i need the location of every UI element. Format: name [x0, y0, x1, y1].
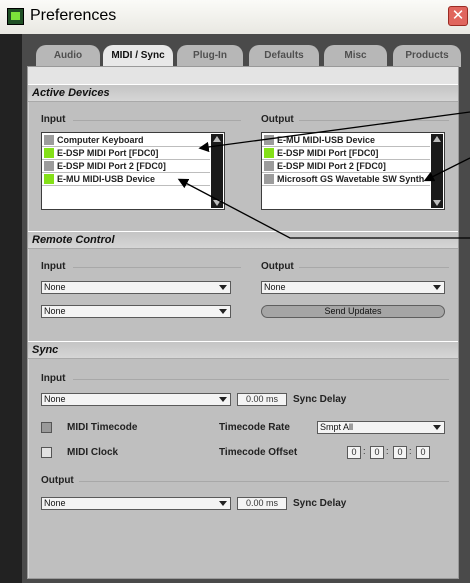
remote-input-1-value: None	[44, 282, 66, 292]
input-device-list[interactable]: Computer Keyboard E-DSP MIDI Port [FDC0]…	[41, 132, 225, 210]
timecode-rate-value: Smpt All	[320, 422, 354, 432]
preferences-window: Preferences ✕ Audio MIDI / Sync Plug-In …	[0, 0, 470, 583]
scroll-up-icon[interactable]	[213, 136, 221, 142]
app-icon	[7, 8, 24, 25]
sync-input-label: Input	[41, 373, 66, 384]
tab-defaults[interactable]: Defaults	[249, 45, 319, 67]
device-active-toggle[interactable]	[264, 148, 274, 158]
device-active-toggle[interactable]	[264, 135, 274, 145]
device-name: Computer Keyboard	[57, 135, 144, 145]
divider	[73, 267, 241, 268]
divider	[299, 120, 449, 121]
left-frame	[0, 34, 22, 583]
midi-sync-panel: Active Devices Input Output Computer Key…	[27, 66, 459, 579]
output-device-list[interactable]: E-MU MIDI-USB Device E-DSP MIDI Port [FD…	[261, 132, 445, 210]
active-input-label: Input	[41, 114, 66, 125]
colon-separator: :	[409, 446, 412, 456]
divider	[73, 379, 449, 380]
input-list-scrollbar[interactable]	[211, 134, 223, 208]
device-name: E-MU MIDI-USB Device	[57, 174, 156, 184]
tab-midi-sync[interactable]: MIDI / Sync	[103, 45, 173, 67]
device-name: E-DSP MIDI Port [FDC0]	[277, 148, 379, 158]
sync-delay-label: Sync Delay	[293, 394, 347, 405]
colon-separator: :	[363, 446, 366, 456]
chevron-down-icon	[219, 309, 227, 314]
sync-output-select[interactable]: None	[41, 497, 231, 510]
list-item[interactable]: E-MU MIDI-USB Device	[42, 173, 210, 186]
offset-frames-field[interactable]: 0	[416, 446, 430, 459]
scroll-down-icon[interactable]	[213, 200, 221, 206]
list-item[interactable]: Computer Keyboard	[42, 134, 210, 147]
device-active-toggle[interactable]	[44, 148, 54, 158]
scroll-down-icon[interactable]	[433, 200, 441, 206]
device-active-toggle[interactable]	[264, 161, 274, 171]
list-item[interactable]: E-DSP MIDI Port 2 [FDC0]	[42, 160, 210, 173]
output-list-scrollbar[interactable]	[431, 134, 443, 208]
timecode-offset-label: Timecode Offset	[219, 447, 298, 458]
chevron-down-icon	[433, 425, 441, 430]
device-name: E-DSP MIDI Port 2 [FDC0]	[57, 161, 166, 171]
chevron-down-icon	[433, 285, 441, 290]
title-bar[interactable]: Preferences ✕	[0, 0, 470, 35]
device-name: E-DSP MIDI Port [FDC0]	[57, 148, 159, 158]
tab-plug-in[interactable]: Plug-In	[177, 45, 243, 67]
chevron-down-icon	[219, 397, 227, 402]
divider	[299, 267, 449, 268]
remote-input-1-select[interactable]: None	[41, 281, 231, 294]
device-active-toggle[interactable]	[44, 135, 54, 145]
remote-input-2-select[interactable]: None	[41, 305, 231, 318]
chevron-down-icon	[219, 285, 227, 290]
active-devices-header: Active Devices	[28, 84, 458, 102]
midi-timecode-label: MIDI Timecode	[67, 422, 138, 433]
sync-section: Input None 0.00 ms Sync Delay MIDI Timec…	[28, 359, 458, 578]
tab-misc[interactable]: Misc	[324, 45, 387, 67]
midi-clock-label: MIDI Clock	[67, 447, 119, 458]
tab-products[interactable]: Products	[393, 45, 461, 67]
device-name: E-MU MIDI-USB Device	[277, 135, 376, 145]
sync-output-label: Output	[41, 475, 74, 486]
offset-seconds-field[interactable]: 0	[393, 446, 407, 459]
list-item[interactable]: E-DSP MIDI Port 2 [FDC0]	[262, 160, 430, 173]
scroll-up-icon[interactable]	[433, 136, 441, 142]
remote-input-2-value: None	[44, 306, 66, 316]
chevron-down-icon	[219, 501, 227, 506]
sync-output-delay-label: Sync Delay	[293, 498, 347, 509]
active-devices-section: Input Output Computer Keyboard E-DSP MID…	[28, 102, 458, 232]
offset-minutes-field[interactable]: 0	[370, 446, 384, 459]
remote-output-value: None	[264, 282, 286, 292]
midi-clock-checkbox[interactable]	[41, 447, 52, 458]
device-name: E-DSP MIDI Port 2 [FDC0]	[277, 161, 386, 171]
remote-control-header: Remote Control	[28, 231, 458, 249]
list-item[interactable]: E-DSP MIDI Port [FDC0]	[42, 147, 210, 160]
timecode-rate-label: Timecode Rate	[219, 422, 290, 433]
offset-hours-field[interactable]: 0	[347, 446, 361, 459]
close-icon[interactable]: ✕	[448, 6, 468, 26]
sync-input-select[interactable]: None	[41, 393, 231, 406]
sync-header: Sync	[28, 341, 458, 359]
active-output-label: Output	[261, 114, 294, 125]
device-active-toggle[interactable]	[44, 174, 54, 184]
list-item[interactable]: E-MU MIDI-USB Device	[262, 134, 430, 147]
divider	[79, 481, 449, 482]
remote-output-select[interactable]: None	[261, 281, 445, 294]
device-active-toggle[interactable]	[264, 174, 274, 184]
sync-input-value: None	[44, 394, 66, 404]
sync-input-delay-field[interactable]: 0.00 ms	[237, 393, 287, 406]
remote-output-label: Output	[261, 261, 294, 272]
divider	[73, 120, 241, 121]
sync-output-value: None	[44, 498, 66, 508]
window-title: Preferences	[30, 7, 117, 24]
tab-audio[interactable]: Audio	[36, 45, 100, 67]
colon-separator: :	[386, 446, 389, 456]
remote-control-section: Input Output None None None Send Updates	[28, 249, 458, 341]
sync-output-delay-field[interactable]: 0.00 ms	[237, 497, 287, 510]
list-item[interactable]: E-DSP MIDI Port [FDC0]	[262, 147, 430, 160]
list-item[interactable]: Microsoft GS Wavetable SW Synth	[262, 173, 430, 186]
send-updates-button[interactable]: Send Updates	[261, 305, 445, 318]
device-name: Microsoft GS Wavetable SW Synth	[277, 174, 425, 184]
timecode-rate-select[interactable]: Smpt All	[317, 421, 445, 434]
midi-timecode-checkbox[interactable]	[41, 422, 52, 433]
remote-input-label: Input	[41, 261, 66, 272]
device-active-toggle[interactable]	[44, 161, 54, 171]
